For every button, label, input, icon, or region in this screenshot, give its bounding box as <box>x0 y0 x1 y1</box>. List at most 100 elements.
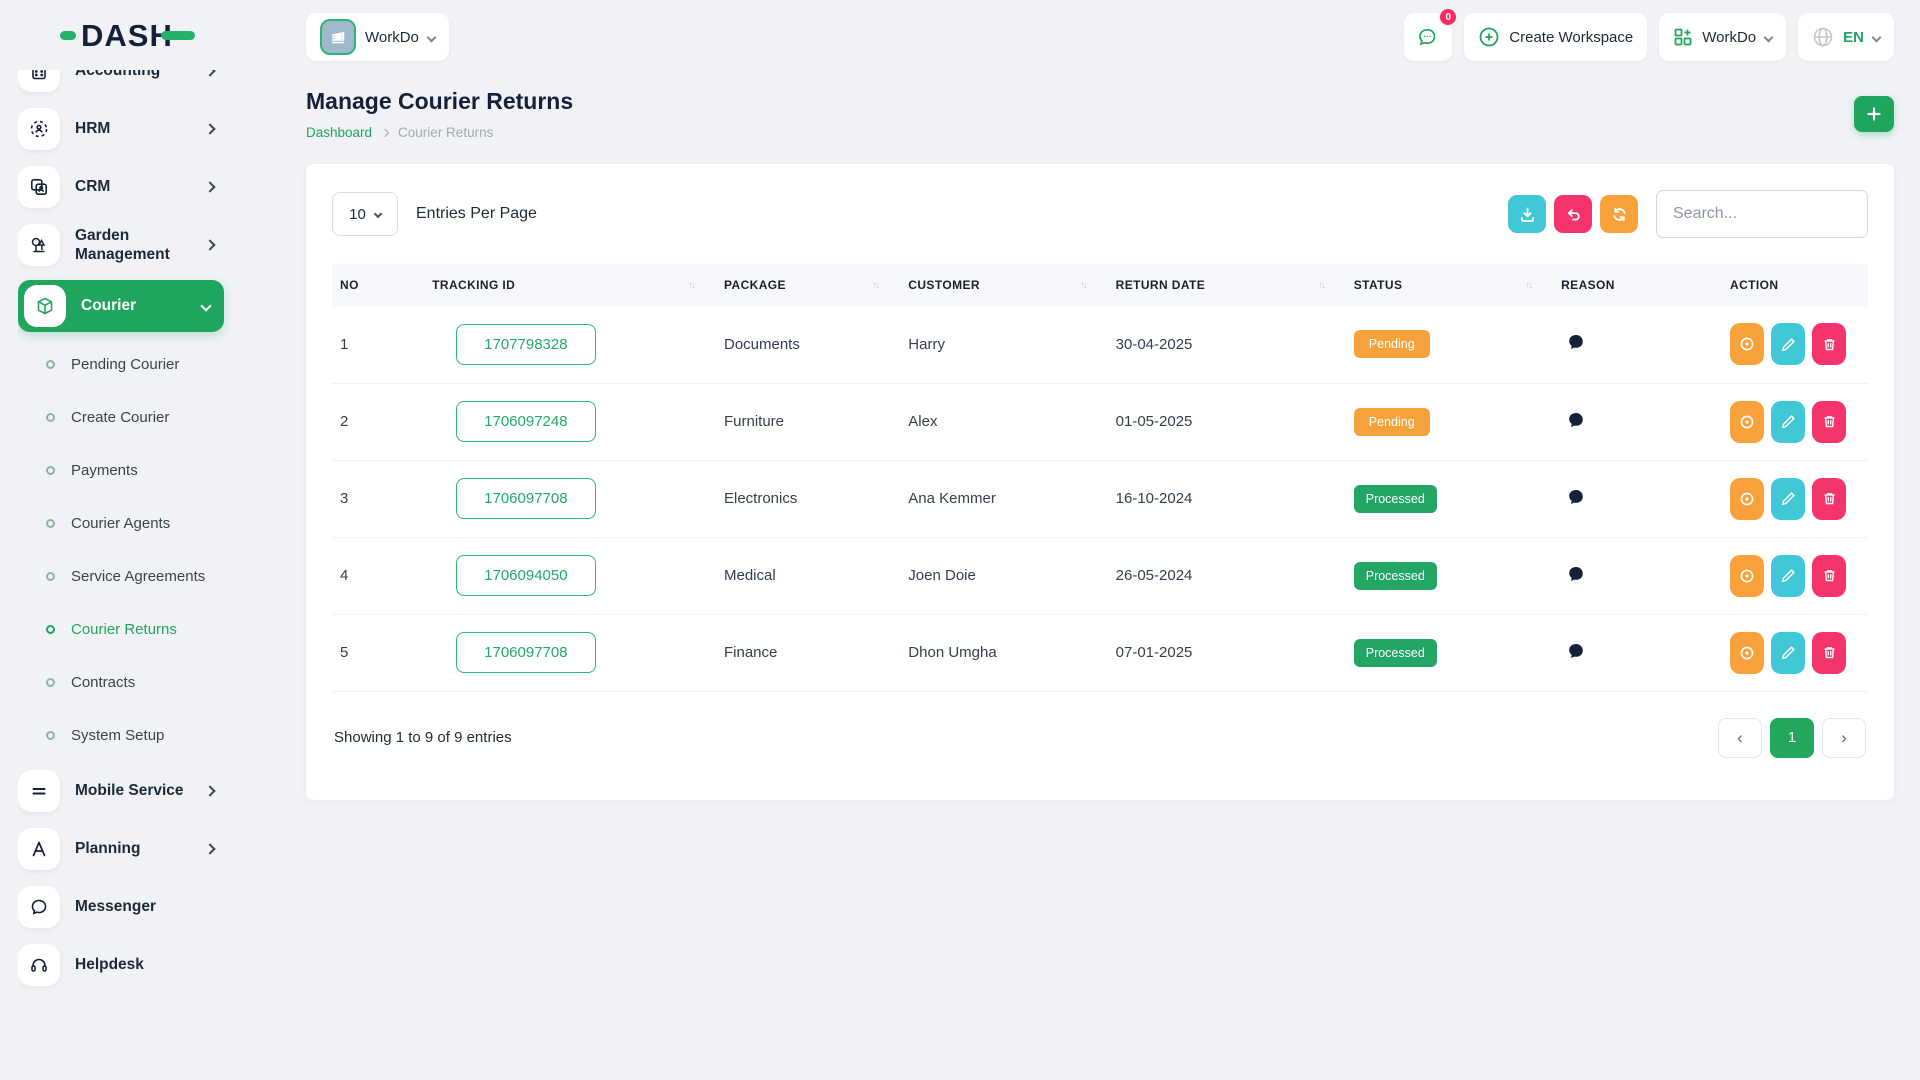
sidebar-item-courier-returns[interactable]: Courier Returns <box>18 603 280 656</box>
chevron-right-icon <box>204 239 215 250</box>
sidebar-item-messenger[interactable]: Messenger <box>18 878 224 936</box>
next-page-button[interactable]: › <box>1822 718 1866 758</box>
tracking-id-link[interactable]: 1706097708 <box>456 632 595 673</box>
search-input[interactable] <box>1656 190 1868 238</box>
cell-customer: Alex <box>900 383 1107 460</box>
chevron-down-icon <box>426 32 436 42</box>
page-header-left: Manage Courier Returns Dashboard Courier… <box>306 88 573 140</box>
bullet-icon <box>46 413 55 422</box>
sidebar-item-service-agreements[interactable]: Service Agreements <box>18 550 280 603</box>
bullet-icon <box>46 572 55 581</box>
cell-package: Finance <box>716 614 900 691</box>
sidebar-item-create-courier[interactable]: Create Courier <box>18 391 280 444</box>
delete-button[interactable] <box>1812 401 1846 443</box>
view-button[interactable] <box>1730 401 1764 443</box>
table-row: 5 1706097708 Finance Dhon Umgha 07-01-20… <box>332 614 1868 691</box>
view-button[interactable] <box>1730 555 1764 597</box>
sidebar-item-accounting[interactable]: Accounting <box>18 70 224 100</box>
plus-icon <box>1866 106 1882 122</box>
reason-comment-icon[interactable] <box>1567 411 1585 429</box>
trash-icon <box>1822 414 1837 429</box>
language-dropdown[interactable]: EN <box>1798 13 1894 61</box>
sort-icon[interactable]: ↑↓ <box>1525 280 1545 291</box>
sidebar-item-helpdesk[interactable]: Helpdesk <box>18 936 224 994</box>
tracking-id-link[interactable]: 1706097708 <box>456 478 595 519</box>
add-courier-return-button[interactable] <box>1854 96 1894 132</box>
notification-badge: 0 <box>1438 7 1458 27</box>
cell-return-date: 01-05-2025 <box>1108 383 1346 460</box>
topbar-right: 0 Create Workspace WorkDo EN <box>1404 13 1894 61</box>
view-button[interactable] <box>1730 478 1764 520</box>
tracking-id-link[interactable]: 1706094050 <box>456 555 595 596</box>
refresh-button[interactable] <box>1600 195 1638 233</box>
tracking-id-link[interactable]: 1706097248 <box>456 401 595 442</box>
reset-undo-button[interactable] <box>1554 195 1592 233</box>
chevron-right-icon <box>204 181 215 192</box>
tracking-id-link[interactable]: 1707798328 <box>456 324 595 365</box>
sidebar-item-system-setup[interactable]: System Setup <box>18 709 280 762</box>
cell-package: Furniture <box>716 383 900 460</box>
cell-package: Documents <box>716 306 900 383</box>
logo-dot <box>60 31 76 40</box>
view-button[interactable] <box>1730 323 1764 365</box>
export-download-button[interactable] <box>1508 195 1546 233</box>
delete-button[interactable] <box>1812 632 1846 674</box>
planning-icon <box>18 828 60 870</box>
edit-button[interactable] <box>1771 323 1805 365</box>
sidebar-item-garden-management[interactable]: Garden Management <box>18 216 224 274</box>
breadcrumb-dashboard-link[interactable]: Dashboard <box>306 125 372 140</box>
col-header-tracking-id[interactable]: TRACKING ID↑↓ <box>424 264 716 306</box>
delete-button[interactable] <box>1812 555 1846 597</box>
sidebar-item-courier-agents[interactable]: Courier Agents <box>18 497 280 550</box>
cell-no: 3 <box>332 460 424 537</box>
sidebar-item-planning[interactable]: Planning <box>18 820 224 878</box>
edit-button[interactable] <box>1771 632 1805 674</box>
edit-button[interactable] <box>1771 401 1805 443</box>
workspace-selector[interactable]: WorkDo <box>306 13 449 61</box>
reason-comment-icon[interactable] <box>1567 488 1585 506</box>
chevron-right-icon <box>204 843 215 854</box>
table-row: 4 1706094050 Medical Joen Doie 26-05-202… <box>332 537 1868 614</box>
sort-icon[interactable]: ↑↓ <box>1318 280 1338 291</box>
brand-logo[interactable]: DASH <box>18 0 280 70</box>
col-header-customer[interactable]: CUSTOMER↑↓ <box>900 264 1107 306</box>
row-actions <box>1730 478 1860 520</box>
sidebar-item-courier[interactable]: Courier <box>18 280 224 332</box>
sidebar-item-payments[interactable]: Payments <box>18 444 280 497</box>
cell-no: 2 <box>332 383 424 460</box>
view-button[interactable] <box>1730 632 1764 674</box>
entries-per-page-select[interactable]: 10 <box>332 192 398 236</box>
sidebar-item-mobile-service[interactable]: Mobile Service <box>18 762 224 820</box>
sidebar-item-crm[interactable]: CRM <box>18 158 224 216</box>
col-header-status[interactable]: STATUS↑↓ <box>1346 264 1553 306</box>
col-header-no[interactable]: NO <box>332 264 424 306</box>
edit-button[interactable] <box>1771 555 1805 597</box>
accounting-icon <box>18 70 60 92</box>
reason-comment-icon[interactable] <box>1567 333 1585 351</box>
sort-icon[interactable]: ↑↓ <box>688 280 708 291</box>
pencil-icon <box>1781 491 1796 506</box>
create-workspace-button[interactable]: Create Workspace <box>1464 13 1647 61</box>
sidebar-scroll[interactable]: Accounting HRM CRM <box>18 70 280 1080</box>
previous-page-button[interactable]: ‹ <box>1718 718 1762 758</box>
trash-icon <box>1822 645 1837 660</box>
col-header-return-date[interactable]: RETURN DATE↑↓ <box>1108 264 1346 306</box>
page-number-button[interactable]: 1 <box>1770 718 1814 758</box>
globe-icon <box>1812 26 1834 48</box>
sort-icon[interactable]: ↑↓ <box>872 280 892 291</box>
chevron-right-icon <box>204 785 215 796</box>
sidebar-item-pending-courier[interactable]: Pending Courier <box>18 338 280 391</box>
delete-button[interactable] <box>1812 478 1846 520</box>
sidebar-item-contracts[interactable]: Contracts <box>18 656 280 709</box>
app-switcher-dropdown[interactable]: WorkDo <box>1659 13 1786 61</box>
sort-icon[interactable]: ↑↓ <box>1080 280 1100 291</box>
crm-icon <box>18 166 60 208</box>
edit-button[interactable] <box>1771 478 1805 520</box>
delete-button[interactable] <box>1812 323 1846 365</box>
table-footer: Showing 1 to 9 of 9 entries ‹ 1 › <box>332 718 1868 758</box>
sidebar-item-hrm[interactable]: HRM <box>18 100 224 158</box>
col-header-package[interactable]: PACKAGE↑↓ <box>716 264 900 306</box>
messages-button[interactable]: 0 <box>1404 13 1452 61</box>
reason-comment-icon[interactable] <box>1567 565 1585 583</box>
reason-comment-icon[interactable] <box>1567 642 1585 660</box>
